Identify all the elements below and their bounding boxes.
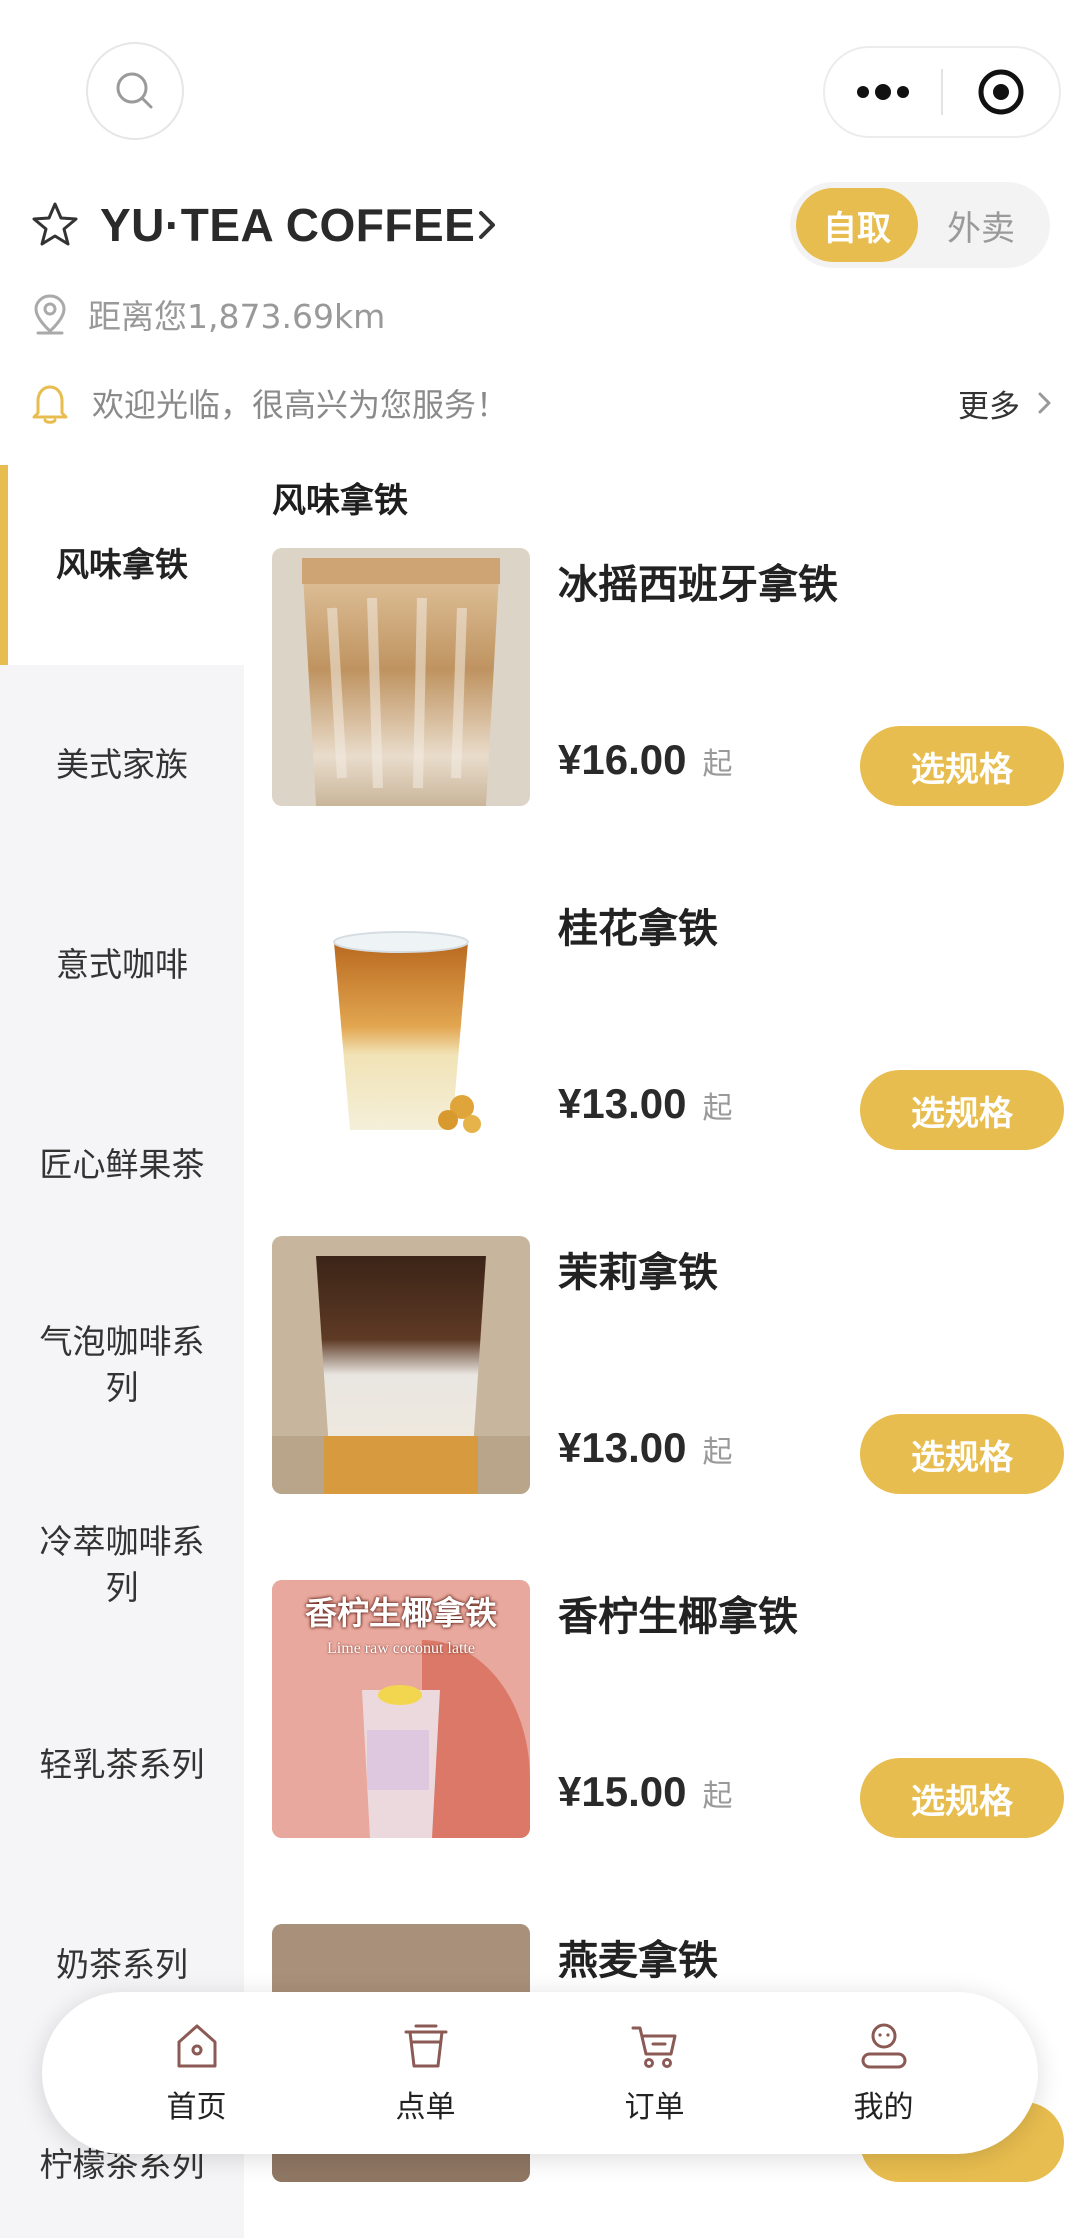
- tab-label: 首页: [166, 2090, 227, 2125]
- store-name[interactable]: YU·TEA COFFEE: [100, 198, 475, 252]
- price-suffix: 起: [702, 1091, 733, 1126]
- image-caption-en: Lime raw coconut latte: [327, 1640, 475, 1657]
- bottom-tabbar: 首页 点单 订单 我的: [42, 1992, 1038, 2154]
- category-item[interactable]: 匠心鲜果茶: [0, 1065, 244, 1265]
- notice-text: 欢迎光临，很高兴为您服务！: [92, 386, 509, 424]
- pickup-tab[interactable]: 自取: [796, 188, 918, 262]
- star-icon[interactable]: [30, 200, 80, 250]
- category-item[interactable]: 美式家族: [0, 665, 244, 865]
- close-miniprogram-button[interactable]: [943, 48, 1059, 136]
- price-row: ¥13.00 起: [558, 1080, 732, 1128]
- notice-bar: 欢迎光临，很高兴为您服务！ 更多: [30, 372, 1060, 434]
- cart-icon: [631, 2026, 676, 2068]
- price-row: ¥15.00 起: [558, 1768, 732, 1816]
- select-spec-button[interactable]: 选规格: [860, 1758, 1064, 1838]
- more-link[interactable]: 更多: [958, 381, 1060, 426]
- product-price: ¥15.00: [558, 1768, 687, 1815]
- price-suffix: 起: [702, 1435, 733, 1470]
- location-pin-icon: [34, 294, 66, 335]
- delivery-tab[interactable]: 外卖: [918, 188, 1044, 262]
- distance-info: 距离您1,873.69km: [32, 284, 385, 344]
- user-icon: [861, 2023, 906, 2069]
- miniprogram-capsule: [823, 46, 1061, 138]
- product-image: [272, 1236, 530, 1494]
- search-button[interactable]: [86, 42, 184, 140]
- tab-label: 订单: [624, 2090, 685, 2125]
- tab-order[interactable]: 点单: [346, 2020, 506, 2126]
- tab-label: 我的: [853, 2090, 914, 2125]
- category-item[interactable]: 冷萃咖啡系列: [0, 1465, 244, 1665]
- price-row: ¥13.00 起: [558, 1424, 732, 1472]
- target-icon: [978, 69, 1024, 115]
- category-sidebar: 风味拿铁 美式家族 意式咖啡 匠心鲜果茶 气泡咖啡系列 冷萃咖啡系列 轻乳茶系列…: [0, 465, 244, 2238]
- product-card[interactable]: 茉莉拿铁 ¥13.00 起 选规格: [272, 1236, 1064, 1494]
- category-item[interactable]: 风味拿铁: [0, 465, 244, 665]
- price-row: ¥16.00 起: [558, 736, 732, 784]
- search-icon: [116, 72, 153, 109]
- chevron-right-icon: [1038, 392, 1051, 414]
- home-icon: [177, 2024, 216, 2068]
- more-options-button[interactable]: [825, 48, 941, 136]
- select-spec-button[interactable]: 选规格: [860, 1414, 1064, 1494]
- tab-label: 点单: [395, 2090, 456, 2125]
- price-suffix: 起: [702, 1779, 733, 1814]
- more-dots-icon: [857, 84, 909, 100]
- select-spec-button[interactable]: 选规格: [860, 726, 1064, 806]
- category-item[interactable]: 意式咖啡: [0, 865, 244, 1065]
- cup-icon: [404, 2024, 447, 2068]
- category-item[interactable]: 轻乳茶系列: [0, 1665, 244, 1865]
- product-price: ¥16.00: [558, 736, 687, 783]
- product-price: ¥13.00: [558, 1080, 687, 1127]
- distance-text: 距离您1,873.69km: [88, 297, 386, 336]
- product-card[interactable]: 香柠生椰拿铁 Lime raw coconut latte 香柠生椰拿铁 ¥15…: [272, 1580, 1064, 1838]
- product-card[interactable]: 冰摇西班牙拿铁 ¥16.00 起 选规格: [272, 548, 1064, 806]
- image-caption-cn: 香柠生椰拿铁: [304, 1594, 497, 1632]
- tab-profile[interactable]: 我的: [804, 2020, 964, 2126]
- tab-orders[interactable]: 订单: [575, 2020, 735, 2126]
- product-name: 桂花拿铁: [558, 906, 718, 952]
- order-mode-toggle: 自取 外卖: [790, 182, 1050, 268]
- product-list: 风味拿铁 冰摇西班牙拿铁 ¥16.00 起 选规格 桂花拿铁 ¥13.00 起 …: [244, 465, 1080, 2238]
- product-image: 香柠生椰拿铁 Lime raw coconut latte: [272, 1580, 530, 1838]
- product-card[interactable]: 桂花拿铁 ¥13.00 起 选规格: [272, 892, 1064, 1150]
- chevron-right-icon: [479, 211, 496, 239]
- select-spec-button[interactable]: 选规格: [860, 1070, 1064, 1150]
- tab-home[interactable]: 首页: [117, 2020, 277, 2126]
- section-title: 风味拿铁: [272, 481, 408, 521]
- product-image: [272, 548, 530, 806]
- product-name: 燕麦拿铁: [558, 1938, 718, 1984]
- product-price: ¥13.00: [558, 1424, 687, 1471]
- product-image: [272, 892, 530, 1150]
- bell-icon: [32, 385, 68, 424]
- price-suffix: 起: [702, 747, 733, 782]
- store-header[interactable]: YU·TEA COFFEE: [30, 190, 501, 260]
- more-label: 更多: [958, 388, 1020, 425]
- product-name: 冰摇西班牙拿铁: [558, 562, 838, 608]
- product-name: 茉莉拿铁: [558, 1250, 718, 1296]
- category-item[interactable]: 气泡咖啡系列: [0, 1265, 244, 1465]
- product-name: 香柠生椰拿铁: [558, 1594, 798, 1640]
